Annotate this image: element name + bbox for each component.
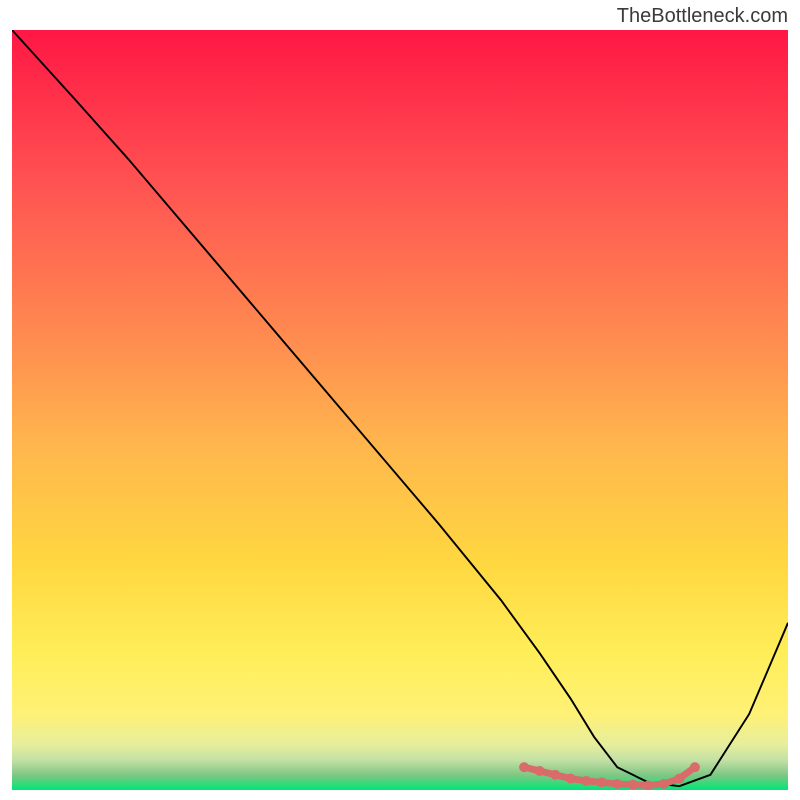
optimal-range-marker bbox=[643, 781, 653, 791]
optimal-range-marker bbox=[690, 762, 700, 772]
optimal-range-marker bbox=[659, 779, 669, 789]
optimal-range-marker bbox=[628, 780, 638, 790]
optimal-range-line bbox=[524, 767, 695, 785]
bottleneck-curve-line bbox=[12, 30, 788, 786]
optimal-range-marker bbox=[566, 774, 576, 784]
chart-curve bbox=[12, 30, 788, 790]
attribution-text: TheBottleneck.com bbox=[617, 5, 788, 28]
chart-container bbox=[12, 30, 788, 790]
optimal-range-marker bbox=[674, 774, 684, 784]
optimal-range-marker bbox=[612, 779, 622, 789]
optimal-range-marker bbox=[597, 777, 607, 787]
optimal-range-marker bbox=[581, 776, 591, 786]
optimal-range-marker bbox=[519, 762, 529, 772]
optimal-range-marker bbox=[535, 766, 545, 776]
optimal-range-marker bbox=[550, 770, 560, 780]
